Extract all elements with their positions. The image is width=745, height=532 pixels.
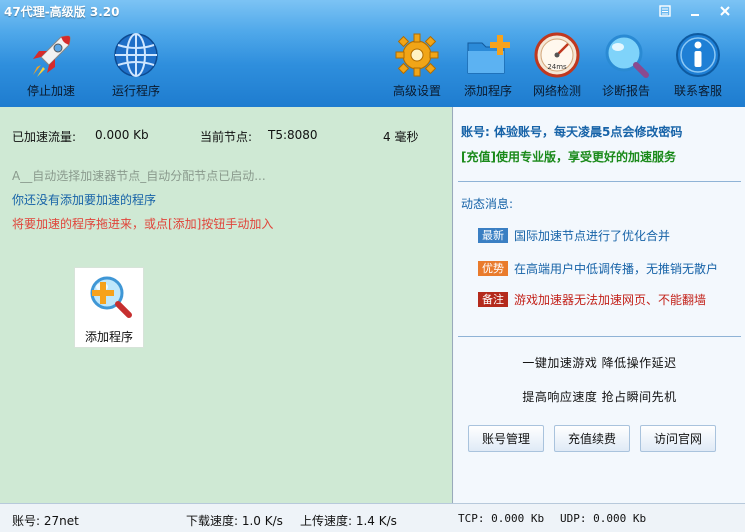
- title-toolbar: 47代理-高级版 3.20 停止加速 运行程序 高级设置 添加程序 24ms 网…: [0, 0, 745, 107]
- divider: [458, 336, 741, 337]
- info-icon: [673, 30, 723, 80]
- advanced-settings-label: 高级设置: [392, 84, 441, 98]
- info-panel: 账号: 体验账号，每天凌晨5点会修改密码 [充值]使用专业版，享受更好的加速服务…: [454, 107, 745, 503]
- magnifier-icon: [601, 30, 651, 80]
- close-icon: [720, 6, 730, 16]
- network-check-button[interactable]: 24ms 网络检测: [532, 30, 582, 99]
- news-item[interactable]: 最新 国际加速节点进行了优化合并: [478, 227, 670, 244]
- news-text: 游戏加速器无法加速网页、不能翻墙: [514, 293, 707, 307]
- add-program-label: 添加程序: [463, 84, 512, 98]
- status-bar: 账号: 27net 下载速度: 1.0 K/s 上传速度: 1.4 K/s TC…: [0, 503, 745, 532]
- speed-gauge-icon: 24ms: [532, 30, 582, 80]
- account-notice: 账号: 体验账号，每天凌晨5点会修改密码: [461, 125, 683, 139]
- news-badge: 备注: [478, 292, 508, 307]
- status-upload-speed: 上传速度: 1.4 K/s: [300, 514, 397, 528]
- add-program-button[interactable]: 添加程序: [463, 30, 513, 99]
- stop-acceleration-button[interactable]: 停止加速: [26, 30, 76, 99]
- minimize-icon: [691, 14, 699, 16]
- status-download-speed: 下载速度: 1.0 K/s: [186, 514, 283, 528]
- account-management-button[interactable]: 账号管理: [468, 425, 544, 452]
- news-item[interactable]: 备注 游戏加速器无法加速网页、不能翻墙: [478, 291, 706, 308]
- slogan-line-2: 提高响应速度 抢占瞬间先机: [522, 390, 677, 404]
- status-account: 账号: 27net: [12, 514, 79, 528]
- upgrade-link[interactable]: [充值]使用专业版，享受更好的加速服务: [461, 148, 676, 165]
- gear-icon: [392, 30, 442, 80]
- menu-icon: [659, 5, 671, 17]
- traffic-value: 0.000 Kb: [95, 128, 149, 142]
- rocket-icon: [26, 30, 76, 80]
- globe-icon: [111, 30, 161, 80]
- folder-add-icon: [463, 30, 513, 80]
- run-program-label: 运行程序: [111, 84, 160, 98]
- status-udp: UDP: 0.000 Kb: [560, 512, 647, 525]
- hint-no-program: 你还没有添加要加速的程序: [12, 193, 157, 207]
- news-item[interactable]: 优势 在高端用户中低调传播，无推销无散户: [478, 260, 718, 277]
- menu-button[interactable]: [655, 2, 675, 20]
- stop-acceleration-label: 停止加速: [26, 84, 75, 98]
- add-program-tile[interactable]: 添加程序: [74, 267, 144, 348]
- status-tcp: TCP: 0.000 Kb: [458, 512, 545, 525]
- close-button[interactable]: [715, 2, 735, 20]
- diagnose-report-button[interactable]: 诊断报告: [601, 30, 651, 99]
- news-text: 在高端用户中低调传播，无推销无散户: [514, 262, 719, 276]
- node-label: 当前节点:: [200, 130, 253, 144]
- news-badge: 最新: [478, 228, 508, 243]
- divider: [458, 181, 741, 182]
- news-title: 动态消息:: [461, 197, 514, 211]
- news-badge: 优势: [478, 261, 508, 276]
- hint-auto-node: A__自动选择加速器节点_自动分配节点已启动...: [12, 169, 266, 183]
- traffic-label: 已加速流量:: [12, 130, 77, 144]
- gauge-text: 24ms: [547, 63, 567, 71]
- hint-drag-program: 将要加速的程序拖进来，或点[添加]按钮手动加入: [12, 217, 274, 231]
- node-value: T5:8080: [268, 128, 318, 142]
- slogan-line-1: 一键加速游戏 降低操作延迟: [522, 356, 677, 370]
- run-program-button[interactable]: 运行程序: [111, 30, 161, 99]
- latency-value: 4 毫秒: [383, 130, 419, 144]
- program-panel: 已加速流量: 0.000 Kb 当前节点: T5:8080 4 毫秒 A__自动…: [0, 107, 453, 503]
- advanced-settings-button[interactable]: 高级设置: [392, 30, 442, 99]
- contact-support-button[interactable]: 联系客服: [673, 30, 723, 99]
- window-title: 47代理-高级版 3.20: [4, 5, 120, 19]
- app-window: 47代理-高级版 3.20 停止加速 运行程序 高级设置 添加程序 24ms 网…: [0, 0, 745, 532]
- news-text: 国际加速节点进行了优化合并: [514, 229, 671, 243]
- add-program-tile-label: 添加程序: [84, 330, 133, 344]
- network-check-label: 网络检测: [532, 84, 581, 98]
- minimize-button[interactable]: [685, 2, 705, 20]
- contact-support-label: 联系客服: [673, 84, 722, 98]
- search-add-icon: [84, 273, 134, 324]
- visit-website-button[interactable]: 访问官网: [640, 425, 716, 452]
- recharge-button[interactable]: 充值续费: [554, 425, 630, 452]
- diagnose-report-label: 诊断报告: [601, 84, 650, 98]
